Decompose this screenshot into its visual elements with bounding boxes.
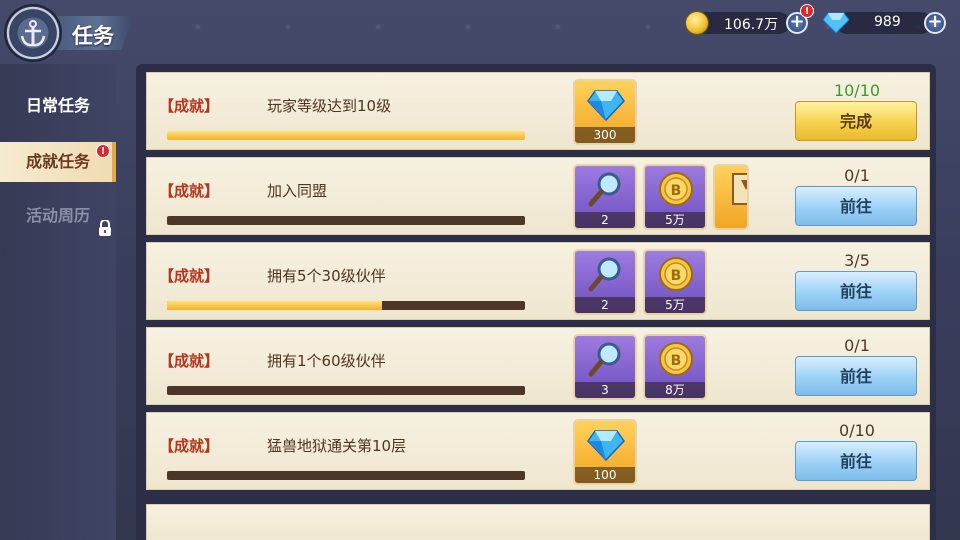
go-button[interactable]: 前往 (795, 441, 917, 481)
go-button[interactable]: 前往 (795, 356, 917, 396)
task-count: 3/5 (844, 251, 870, 270)
reward-count: 5万 (645, 297, 705, 313)
task-count: 0/1 (844, 166, 870, 185)
reward-count: 5万 (645, 212, 705, 228)
task-tag: 【成就】 (159, 182, 220, 200)
reward-item-magnifier[interactable]: 2 (573, 249, 637, 315)
complete-button[interactable]: 完成 (795, 101, 917, 141)
task-progress-bar (167, 471, 525, 480)
task-progress-bar (167, 131, 525, 140)
task-name: 拥有5个30级伙伴 (267, 267, 386, 285)
reward-item-magnifier[interactable]: 3 (573, 334, 637, 400)
sidebar-item-label: 活动周历 (26, 206, 91, 225)
task-tag: 【成就】 (159, 97, 220, 115)
task-row-partial (146, 504, 930, 540)
page-header: 任务 (6, 6, 132, 60)
task-row: 【成就】 拥有1个60级伙伴 3 B 8万 0/1 前往 (146, 327, 930, 405)
svg-text:B: B (671, 183, 682, 199)
task-count: 10/10 (833, 81, 881, 100)
go-button[interactable]: 前往 (795, 271, 917, 311)
task-count: 0/1 (844, 336, 870, 355)
reward-count: 100 (575, 467, 635, 483)
svg-text:B: B (671, 268, 682, 284)
task-tag: 【成就】 (159, 267, 220, 285)
task-name: 玩家等级达到10级 (267, 97, 392, 115)
sidebar-item-daily-tasks[interactable]: 日常任务 (0, 86, 116, 126)
coin-value: 106.7万 (724, 17, 779, 33)
magnifier-icon (588, 257, 621, 292)
reward-item-coin[interactable]: B 5万 (643, 249, 707, 315)
gold-coin-icon: B (659, 257, 693, 291)
diamond-icon (587, 90, 625, 122)
task-name: 猛兽地狱通关第10层 (267, 437, 407, 455)
reward-count: 8万 (645, 382, 705, 398)
anchor-icon (20, 20, 46, 47)
reward-count: 2 (575, 297, 635, 313)
sidebar: 日常任务 成就任务 ! 活动周历 (0, 64, 116, 540)
diamond-icon (587, 430, 625, 462)
reward-count: 3 (575, 382, 635, 398)
scroll-icon (732, 173, 747, 205)
task-count: 0/10 (839, 421, 875, 440)
sidebar-item-achievement-tasks[interactable]: 成就任务 ! (0, 142, 116, 182)
gold-coin-icon: B (659, 172, 693, 206)
page-title: 任务 (72, 24, 114, 48)
go-button[interactable]: 前往 (795, 186, 917, 226)
task-progress-fill (167, 301, 382, 310)
task-list-panel[interactable]: 【成就】 玩家等级达到10级 300 10/10 完成 【成就】 加入同盟 2 B 5万 0/1 前往… (136, 64, 936, 540)
task-progress-bar (167, 301, 525, 310)
back-button[interactable] (6, 6, 60, 60)
task-row: 【成就】 猛兽地狱通关第10层 100 0/10 前往 (146, 412, 930, 490)
reward-item-coin[interactable]: B 5万 (643, 164, 707, 230)
add-gem-button[interactable]: + (924, 12, 946, 34)
task-row: 【成就】 玩家等级达到10级 300 10/10 完成 (146, 72, 930, 150)
task-row: 【成就】 拥有5个30级伙伴 2 B 5万 3/5 前往 (146, 242, 930, 320)
task-progress-bar (167, 386, 525, 395)
sidebar-item-event-calendar[interactable]: 活动周历 (0, 196, 116, 236)
svg-text:B: B (671, 353, 682, 369)
sidebar-item-label: 日常任务 (26, 96, 91, 115)
gold-coin-icon: B (659, 342, 693, 376)
task-tag: 【成就】 (159, 352, 220, 370)
reward-item-coin[interactable]: B 8万 (643, 334, 707, 400)
achievement-alert-badge: ! (96, 144, 110, 158)
reward-item-diamond[interactable]: 300 (573, 79, 637, 145)
task-row: 【成就】 加入同盟 2 B 5万 0/1 前往 (146, 157, 930, 235)
coin-alert-badge: ! (800, 4, 814, 18)
gem-currency: 989 + (822, 10, 952, 36)
task-name: 加入同盟 (267, 182, 328, 200)
magnifier-icon (588, 342, 621, 377)
gem-value: 989 (874, 14, 901, 30)
reward-item-scroll[interactable] (713, 164, 749, 230)
reward-count: 300 (575, 127, 635, 143)
coin-currency: 106.7万 + ! (686, 4, 814, 36)
sidebar-item-label: 成就任务 (26, 152, 91, 171)
reward-count: 2 (575, 212, 635, 228)
diamond-icon (822, 12, 850, 34)
task-progress-fill (167, 131, 525, 140)
reward-item-diamond[interactable]: 100 (573, 419, 637, 485)
task-name: 拥有1个60级伙伴 (267, 352, 386, 370)
magnifier-icon (588, 172, 621, 207)
gold-coin-icon (686, 12, 708, 34)
lock-icon (99, 220, 111, 236)
task-progress-bar (167, 216, 525, 225)
task-tag: 【成就】 (159, 437, 220, 455)
reward-item-magnifier[interactable]: 2 (573, 164, 637, 230)
